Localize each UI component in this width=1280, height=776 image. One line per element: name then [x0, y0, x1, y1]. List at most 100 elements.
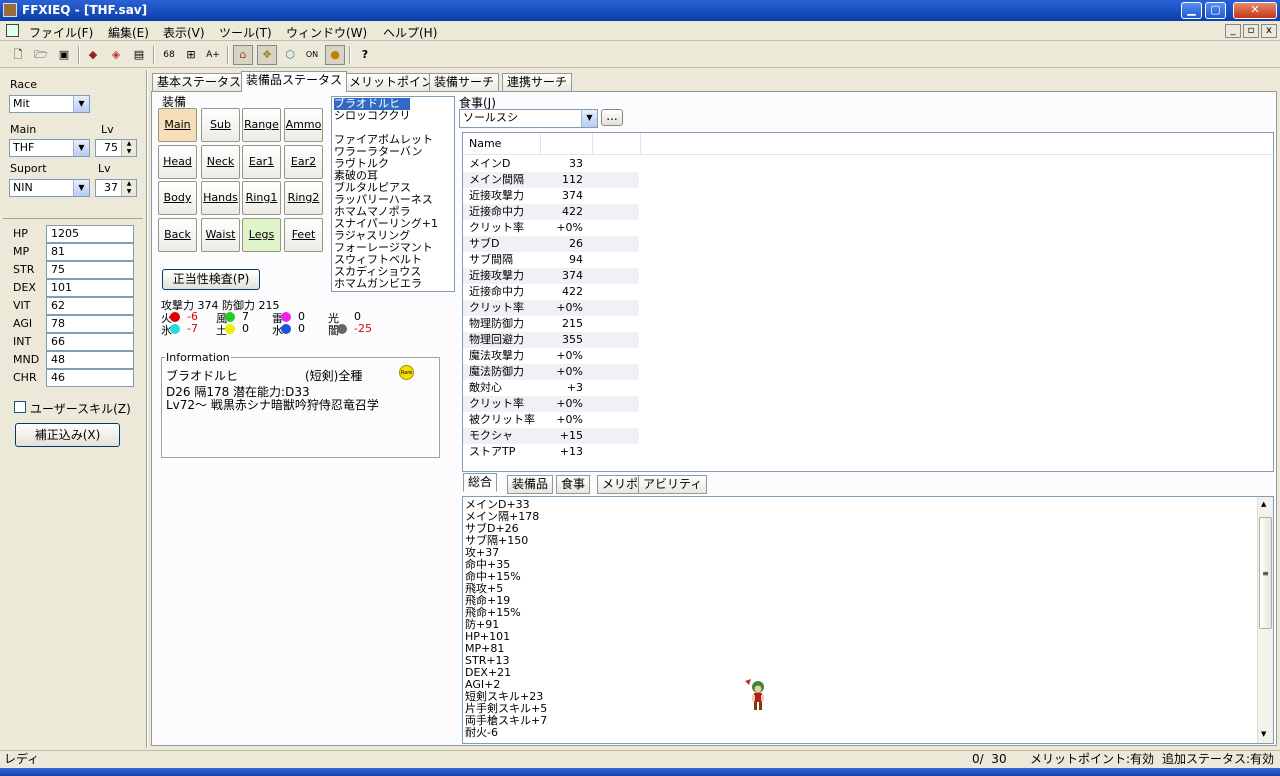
stat-value[interactable]: 48: [46, 351, 134, 369]
slot-main[interactable]: Main: [158, 108, 197, 142]
sub-job-select[interactable]: NIN ▼: [9, 179, 90, 197]
stat-value[interactable]: 81: [46, 243, 134, 261]
spin-arrows-icon[interactable]: ▲ ▼: [121, 180, 136, 196]
grid-header-col3[interactable]: [593, 133, 641, 155]
subtab-equipment[interactable]: 装備品: [507, 475, 554, 494]
equip-set-icon[interactable]: ◆: [83, 45, 103, 65]
gem-icon[interactable]: ❖: [257, 45, 277, 65]
slot-neck[interactable]: Neck: [201, 145, 240, 179]
mdi-restore-button[interactable]: ▫: [1243, 24, 1259, 38]
slot-feet[interactable]: Feet: [284, 218, 323, 252]
stat-value[interactable]: 62: [46, 297, 134, 315]
tab-equip-search[interactable]: 装備サーチ: [429, 73, 500, 92]
menu-bar: ファイル(F) 編集(E) 表示(V) ツール(T) ウィンドウ(W) ヘルプ(…: [0, 21, 1280, 41]
stat-value[interactable]: 78: [46, 315, 134, 333]
grid-header-name[interactable]: Name: [463, 133, 541, 155]
slot-ring2[interactable]: Ring2: [284, 181, 323, 215]
subtab-food[interactable]: 食事: [556, 475, 591, 494]
grid-cell-name: 近接攻撃力: [469, 189, 524, 202]
user-skill-checkbox[interactable]: [14, 401, 26, 413]
grid-row: クリット率 +0%: [463, 220, 639, 236]
element-value: 0: [242, 322, 249, 335]
food-select[interactable]: ソールスシ ▼: [459, 109, 598, 128]
close-button[interactable]: ✕: [1233, 2, 1277, 19]
subtab-ability[interactable]: アビリティ: [638, 475, 708, 494]
equip-compare-icon[interactable]: ◈: [106, 45, 126, 65]
menu-view[interactable]: 表示(V): [159, 23, 209, 42]
correction-button[interactable]: 補正込み(X): [15, 423, 120, 447]
menu-edit[interactable]: 編集(E): [104, 23, 153, 42]
item-list-entry[interactable]: シロッコククリ: [334, 110, 411, 122]
new-file-icon[interactable]: 🗋: [8, 45, 28, 65]
slot-ear1[interactable]: Ear1: [242, 145, 281, 179]
effects-list[interactable]: メインD+33 メイン隔+178 サブD+26 サブ隔+150 攻+37 命中+35 命中+…: [462, 496, 1274, 744]
subtab-summary[interactable]: 総合: [463, 473, 498, 492]
menu-file[interactable]: ファイル(F): [25, 23, 97, 42]
stat-value[interactable]: 46: [46, 369, 134, 387]
rare-badge: Rare: [399, 365, 414, 380]
spin-arrows-icon[interactable]: ▲ ▼: [121, 140, 136, 156]
slot-sub[interactable]: Sub: [201, 108, 240, 142]
slot-ring1[interactable]: Ring1: [242, 181, 281, 215]
grid-header-col2[interactable]: [541, 133, 593, 155]
slot-head[interactable]: Head: [158, 145, 197, 179]
stat-label: STR: [13, 263, 35, 276]
grid-row: サブ間隔 94: [463, 252, 639, 268]
toolbar: 🗋 🗁 ▣ ◆ ◈ ▤ 68 ⊞ A+ ⌂ ❖ ⬡ ON ● ?: [0, 42, 1280, 68]
grid-cell-name: 近接命中力: [469, 205, 524, 218]
race-value: Mit: [13, 97, 30, 110]
level68-icon[interactable]: 68: [159, 45, 179, 65]
item-list-entry[interactable]: ホマムガンビエラ: [334, 278, 422, 290]
subtab-merit[interactable]: メリポ: [597, 475, 644, 494]
tab-basic-status[interactable]: 基本ステータス: [152, 73, 247, 92]
ability-icon[interactable]: A+: [203, 45, 223, 65]
help-icon[interactable]: ?: [355, 45, 375, 65]
save-icon[interactable]: ▣: [54, 45, 74, 65]
document-icon[interactable]: [6, 24, 19, 37]
ol-icon[interactable]: ON: [302, 45, 322, 65]
mdi-minimize-button[interactable]: _: [1225, 24, 1241, 38]
menu-window[interactable]: ウィンドウ(W): [282, 23, 371, 42]
stat-value[interactable]: 66: [46, 333, 134, 351]
equip-list-icon[interactable]: ▤: [129, 45, 149, 65]
splitter[interactable]: [146, 70, 148, 748]
scroll-up-icon[interactable]: ▲: [1261, 500, 1266, 508]
grid-cell-value: 374: [562, 189, 583, 202]
item-list[interactable]: ブラオドルヒ シロッコククリ ファイアボムレット ワラーラターバン ラヴトルク 素破の耳ブ…: [331, 96, 455, 292]
food-more-button[interactable]: ...: [601, 109, 623, 126]
sub-lv-spinner[interactable]: 37 ▲ ▼: [95, 179, 137, 197]
slot-waist[interactable]: Waist: [201, 218, 240, 252]
slot-ammo[interactable]: Ammo: [284, 108, 323, 142]
slot-body[interactable]: Body: [158, 181, 197, 215]
stat-value[interactable]: 101: [46, 279, 134, 297]
stat-value[interactable]: 75: [46, 261, 134, 279]
race-select[interactable]: Mit ▼: [9, 95, 90, 113]
open-folder-icon[interactable]: 🗁: [31, 45, 51, 65]
element-value: -7: [187, 322, 198, 335]
maximize-button[interactable]: ▢: [1205, 2, 1226, 19]
tab-skillchain-search[interactable]: 連携サーチ: [502, 73, 573, 92]
menu-help[interactable]: ヘルプ(H): [379, 23, 441, 42]
grid-cell-value: +0%: [556, 397, 583, 410]
grid-row: 物理防御力 215: [463, 316, 639, 332]
stat-value[interactable]: 1205: [46, 225, 134, 243]
tab-equip-status[interactable]: 装備品ステータス: [241, 71, 348, 92]
effects-scrollbar[interactable]: ▲ ≡ ▼: [1257, 497, 1273, 743]
slot-back[interactable]: Back: [158, 218, 197, 252]
cube-icon[interactable]: ⬡: [280, 45, 300, 65]
main-job-select[interactable]: THF ▼: [9, 139, 90, 157]
minimize-button[interactable]: ▁: [1181, 2, 1202, 19]
slot-hands[interactable]: Hands: [201, 181, 240, 215]
home-icon[interactable]: ⌂: [233, 45, 253, 65]
food-icon[interactable]: ●: [325, 45, 345, 65]
mdi-close-button[interactable]: x: [1261, 24, 1277, 38]
menu-tools[interactable]: ツール(T): [215, 23, 276, 42]
scroll-thumb[interactable]: ≡: [1259, 517, 1272, 629]
slot-legs[interactable]: Legs: [242, 218, 281, 252]
main-lv-spinner[interactable]: 75 ▲ ▼: [95, 139, 137, 157]
merit-icon[interactable]: ⊞: [181, 45, 201, 65]
slot-range[interactable]: Range: [242, 108, 281, 142]
slot-ear2[interactable]: Ear2: [284, 145, 323, 179]
validate-button[interactable]: 正当性検査(P): [162, 269, 260, 290]
scroll-down-icon[interactable]: ▼: [1261, 730, 1266, 738]
